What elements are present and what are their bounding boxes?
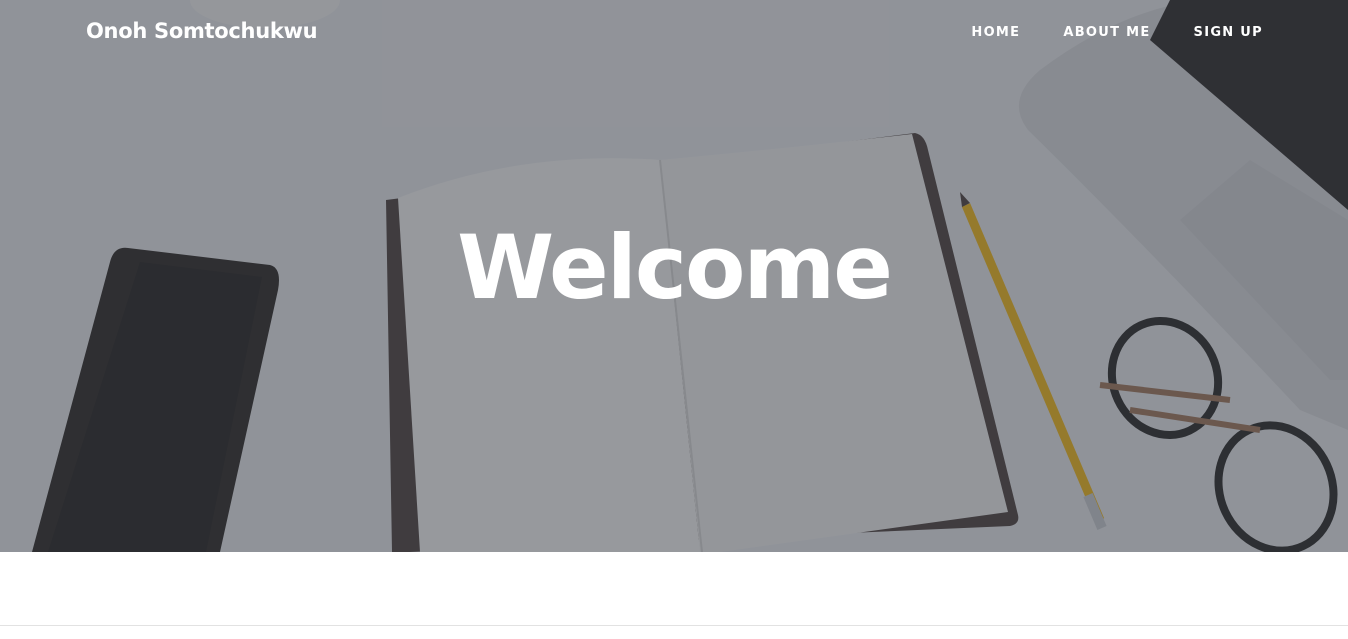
brand-link[interactable]: Onoh Somtochukwu: [86, 19, 318, 43]
content-area: [0, 552, 1348, 625]
hero-title: Welcome: [457, 216, 893, 319]
section-divider: [0, 625, 1348, 626]
nav-sign-up-link[interactable]: SIGN UP: [1194, 25, 1263, 40]
hero-section: Onoh Somtochukwu HOME ABOUT ME SIGN UP W…: [0, 0, 1348, 552]
nav-about-me-link[interactable]: ABOUT ME: [1063, 25, 1150, 40]
main-nav: HOME ABOUT ME SIGN UP: [971, 25, 1263, 40]
nav-home-link[interactable]: HOME: [971, 25, 1020, 40]
